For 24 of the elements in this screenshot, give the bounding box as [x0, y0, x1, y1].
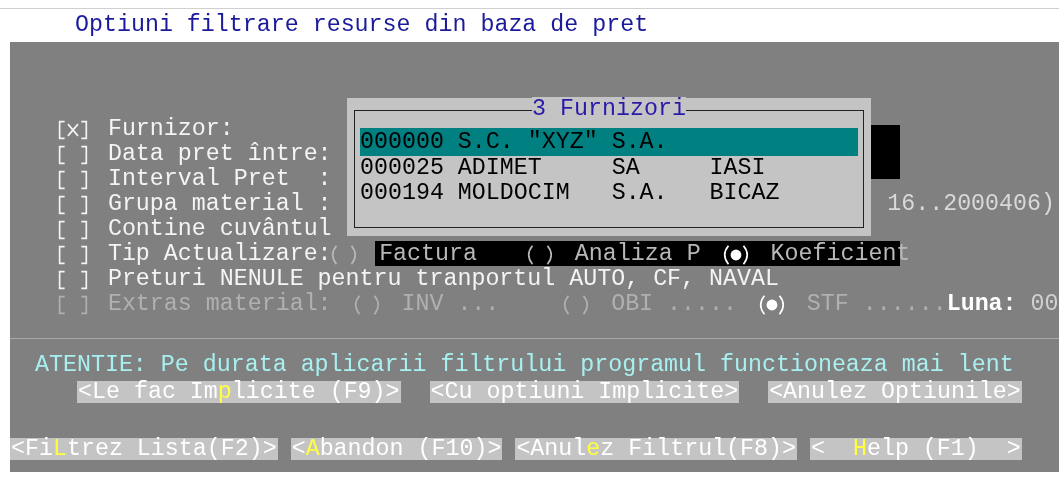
dialog-button[interactable]: <Anulez Filtrul(F8)>: [515, 438, 797, 460]
option-label: Preturi NENULE pentru tranportul AUTO, CF, NAVAL: [107, 267, 779, 292]
dialog-button[interactable]: <Anulez Optiunile>: [768, 381, 1022, 403]
option-label: Furnizor:: [107, 117, 234, 142]
list-item[interactable]: 000000 S.C. "XYZ" S.A.: [360, 128, 858, 156]
option-value: 16..2000406): [887, 192, 1055, 217]
dialog-button[interactable]: < Help (F1) >: [810, 438, 1022, 460]
dialog-button[interactable]: <Le fac Implicite (F9)>: [77, 381, 401, 403]
option-label: Interval Pret :: [107, 167, 332, 192]
window-title: Optiuni filtrare resurse din baza de pret: [75, 13, 649, 38]
list-item[interactable]: 000194 MOLDOCIM S.A. BICAZ: [360, 181, 858, 206]
dialog-button[interactable]: <Cu optiuni Implicite>: [429, 381, 740, 403]
option-label: Analiza P: [574, 242, 701, 267]
dialog-button[interactable]: <FiLtrez Lista(F2)>: [10, 438, 278, 460]
option-label: Contine cuvântul: [107, 217, 332, 242]
option-label: Grupa material :: [107, 192, 332, 217]
month-value: 00: [1030, 292, 1059, 317]
list-item[interactable]: 000025 ADIMET SA IASI: [360, 156, 858, 181]
option-label: Factura: [379, 242, 477, 267]
month-label: Luna:: [946, 292, 1017, 317]
warning-text: ATENTIE: Pe durata aplicarii filtrului programul functioneaza mai lent: [34, 353, 1015, 378]
dialog-button[interactable]: <Abandon (F10)>: [290, 438, 503, 460]
option-label: Tip Actualizare:: [107, 242, 332, 267]
option-label: Data pret între:: [107, 142, 332, 167]
